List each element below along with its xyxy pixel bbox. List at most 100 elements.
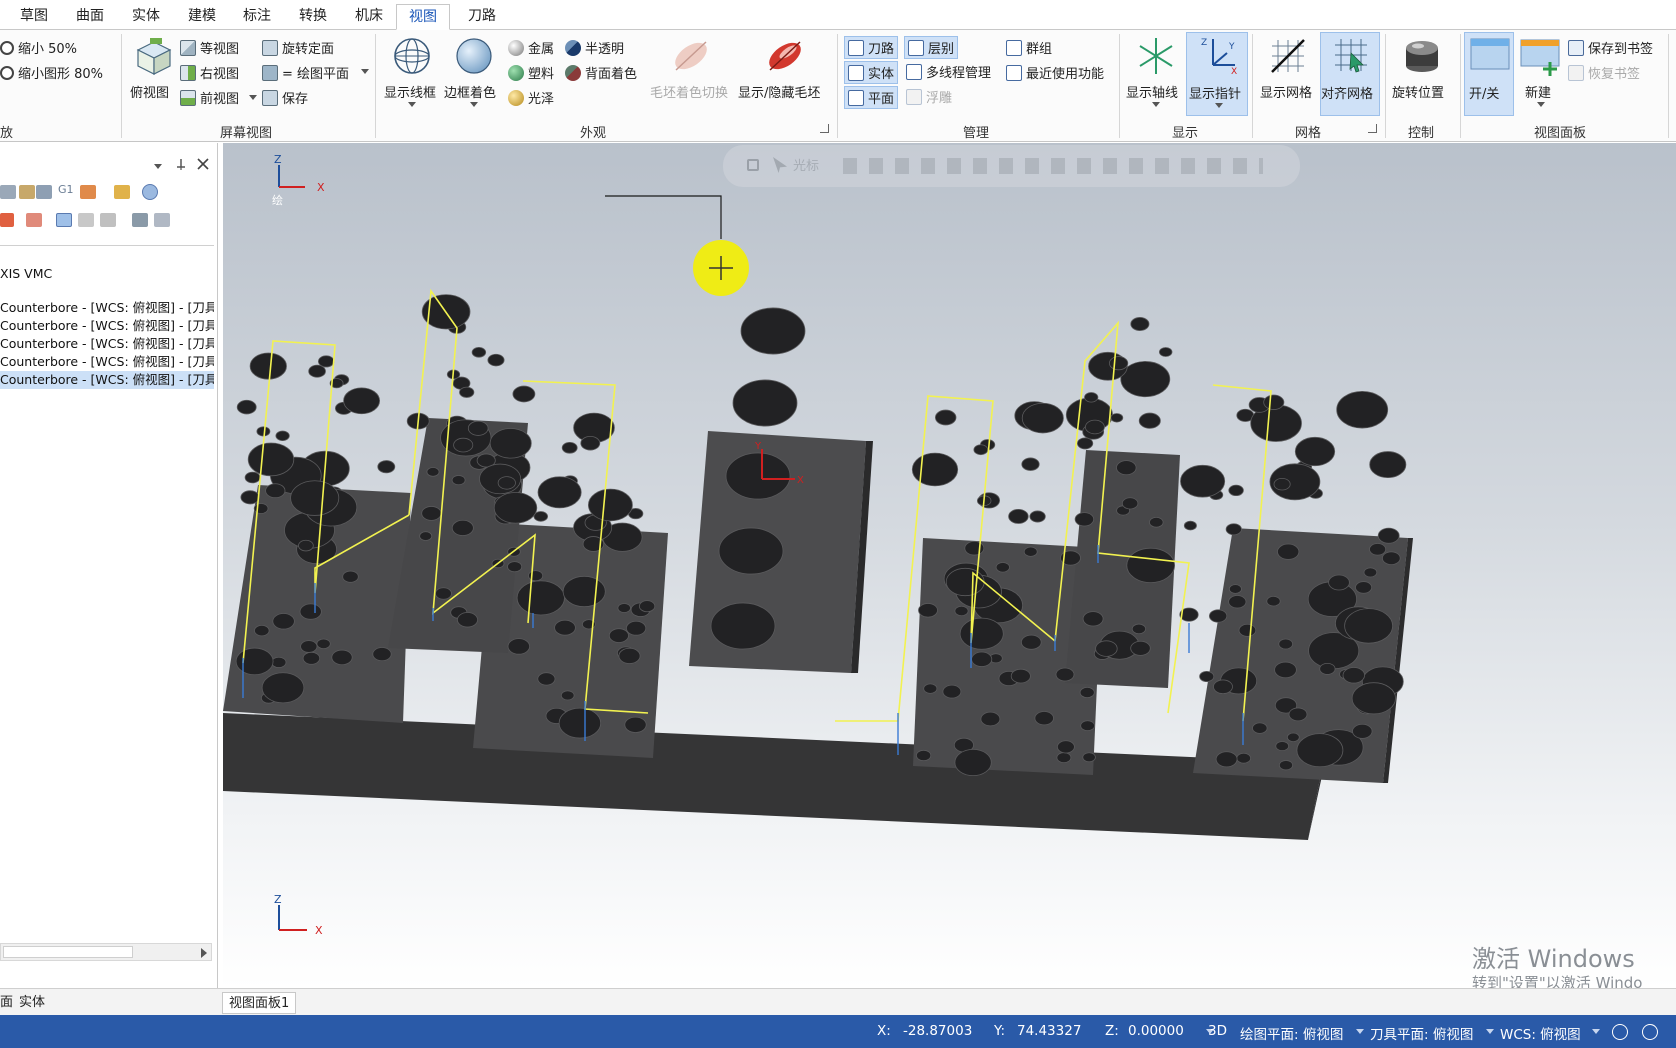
quick-mask-toolbar[interactable]: 光标	[723, 145, 1300, 187]
settings-icon[interactable]	[154, 213, 170, 227]
translucent-button[interactable]: 半透明	[565, 38, 624, 57]
lock-icon[interactable]	[747, 159, 759, 171]
draw-plane-dropdown-icon[interactable]	[1356, 1029, 1364, 1034]
copy-ops-icon[interactable]	[78, 213, 94, 227]
horizontal-scrollbar[interactable]	[0, 943, 212, 961]
tab-surfaces[interactable]: 曲面	[70, 4, 110, 30]
toolpath-op-item[interactable]: Counterbore - [WCS: 俯视图] - [刀具	[0, 299, 214, 317]
front-view-dropdown-icon[interactable]	[249, 95, 257, 100]
new-viewsheet-button[interactable]: 新建	[1516, 34, 1566, 116]
tab-view[interactable]: 视图	[396, 4, 450, 30]
edge-shade-button[interactable]: 边框着色	[444, 34, 504, 116]
help-icon[interactable]	[142, 184, 158, 200]
tool-plane-dropdown-icon[interactable]	[1486, 1029, 1494, 1034]
tab-machine[interactable]: 机床	[349, 4, 389, 30]
front-view-button[interactable]: 前视图	[180, 88, 239, 107]
wcs-dropdown-icon[interactable]	[1592, 1029, 1600, 1034]
tab-toolpaths[interactable]: 刀路	[461, 4, 503, 30]
restore-bookmark-button[interactable]: 恢复书签	[1568, 63, 1640, 82]
insert-arrow-icon[interactable]	[56, 213, 72, 227]
right-view-button[interactable]: 右视图	[180, 63, 239, 82]
move-ops-icon[interactable]	[26, 213, 42, 227]
gnomon-x-label: X	[317, 181, 325, 194]
viewsheet-toggle-button[interactable]: 开/关	[1464, 32, 1514, 116]
planes-manager-toggle[interactable]: 平面	[844, 86, 899, 109]
tab-solids[interactable]: 实体	[126, 4, 166, 30]
save-view-button[interactable]: 保存	[262, 88, 308, 107]
draw-plane-button[interactable]: = 绘图平面	[262, 63, 349, 82]
tab-drafting[interactable]: 标注	[237, 4, 277, 30]
float-button[interactable]: 浮雕	[906, 87, 952, 106]
hole	[954, 748, 992, 777]
toggle-display-icon[interactable]	[0, 213, 14, 227]
status-y-label: Y:	[994, 1023, 1006, 1039]
close-icon[interactable]	[196, 157, 210, 171]
show-gnomon-dropdown-icon[interactable]	[1215, 103, 1223, 108]
stock-shade-button[interactable]: 毛坯着色切换	[648, 34, 734, 104]
toolpath-op-item[interactable]: Counterbore - [WCS: 俯视图] - [刀具	[0, 335, 214, 353]
show-gnomon-button[interactable]: Z Y X 显示指针	[1186, 32, 1248, 116]
draw-plane-dropdown-icon[interactable]	[361, 69, 369, 74]
regenerate-all-icon[interactable]	[36, 185, 52, 199]
graphics-viewport[interactable]: Y X Z X 绘 Z X 光标 激活 Windows 转到"设置"以激活 Wi…	[223, 143, 1676, 988]
shrink-50-button[interactable]: 缩小 50%	[0, 38, 77, 57]
toolpath-op-item[interactable]: Counterbore - [WCS: 俯视图] - [刀具	[0, 353, 214, 371]
wireframe-dropdown-icon[interactable]	[408, 102, 416, 107]
scroll-right-arrow-icon[interactable]	[201, 948, 207, 958]
appearance-launcher-icon[interactable]	[820, 124, 829, 133]
select-invalid-icon[interactable]	[19, 185, 35, 199]
cursor-mode-icon[interactable]	[773, 157, 787, 173]
tab-sketch[interactable]: 草图	[14, 4, 54, 30]
plastic-button[interactable]: 塑料	[508, 63, 554, 82]
save-bookmark-button[interactable]: 保存到书签	[1568, 38, 1653, 57]
g1-backplot-icon[interactable]: G1	[58, 183, 74, 196]
draw-plane-status[interactable]: 绘图平面: 俯视图	[1240, 1023, 1343, 1043]
wireframe-button[interactable]: 显示线框	[382, 34, 442, 116]
select-all-ops-icon[interactable]	[0, 185, 16, 199]
tab-transform[interactable]: 转换	[293, 4, 333, 30]
recent-functions-button[interactable]: 最近使用功能	[1006, 63, 1104, 82]
wcs-status[interactable]: WCS: 俯视图	[1500, 1023, 1581, 1043]
levels-manager-toggle[interactable]: 层别	[904, 36, 959, 59]
show-grid-button[interactable]: 显示网格	[1258, 34, 1318, 104]
multi-thread-button[interactable]: 多线程管理	[906, 62, 991, 81]
tab-solids-manager[interactable]: 实体	[13, 992, 51, 1014]
tab-model-prep[interactable]: 建模	[182, 4, 222, 30]
post-icon[interactable]	[80, 185, 96, 199]
edge-shade-dropdown-icon[interactable]	[470, 102, 478, 107]
iso-view-button[interactable]: 等视图	[180, 38, 239, 57]
simulate-icon[interactable]	[132, 213, 148, 227]
view-mode-toggle[interactable]: 3D	[1207, 1023, 1227, 1039]
tab-viewsheet-1[interactable]: 视图面板1	[222, 992, 297, 1014]
highfeed-icon[interactable]	[114, 185, 130, 199]
globe-icon[interactable]	[1612, 1024, 1628, 1040]
metal-button[interactable]: 金属	[508, 38, 554, 57]
toolbar-icon-strip[interactable]	[843, 158, 1263, 174]
show-stock-button[interactable]: 显示/隐藏毛坯	[738, 34, 832, 104]
toolpath-op-item-selected[interactable]: Counterbore - [WCS: 俯视图] - [刀具	[0, 371, 214, 389]
shrink-80-button[interactable]: 缩小图形 80%	[0, 63, 103, 82]
rotate-position-button[interactable]: 旋转位置	[1390, 34, 1454, 104]
backface-button[interactable]: 背面着色	[565, 63, 637, 82]
cursor-mode-label[interactable]: 光标	[793, 155, 819, 174]
toolpath-op-item[interactable]: Counterbore - [WCS: 俯视图] - [刀具	[0, 317, 214, 335]
machine-group-item[interactable]: XIS VMC	[0, 265, 214, 283]
tool-plane-status[interactable]: 刀具平面: 俯视图	[1370, 1023, 1473, 1043]
gloss-button[interactable]: 光泽	[508, 88, 554, 107]
paste-ops-icon[interactable]	[100, 213, 116, 227]
snap-grid-button[interactable]: 对齐网格	[1320, 32, 1380, 116]
show-axes-button[interactable]: 显示轴线	[1126, 34, 1186, 116]
panel-menu-dropdown-icon[interactable]	[154, 164, 162, 169]
top-view-button[interactable]: 俯视图	[128, 34, 176, 104]
network-globe-icon[interactable]	[1642, 1024, 1658, 1040]
scrollbar-thumb[interactable]	[3, 946, 133, 958]
solids-manager-toggle[interactable]: 实体	[844, 61, 899, 84]
toolpath-manager-toggle[interactable]: 刀路	[844, 36, 899, 59]
show-axes-dropdown-icon[interactable]	[1152, 102, 1160, 107]
rotate-plane-button[interactable]: 旋转定面	[262, 38, 334, 57]
grid-launcher-icon[interactable]	[1368, 124, 1377, 133]
pin-icon[interactable]	[174, 157, 188, 171]
new-viewsheet-dropdown-icon[interactable]	[1537, 102, 1545, 107]
groups-button[interactable]: 群组	[1006, 38, 1052, 57]
part-model-canvas[interactable]: Y X Z X 绘 Z X	[223, 143, 1676, 988]
